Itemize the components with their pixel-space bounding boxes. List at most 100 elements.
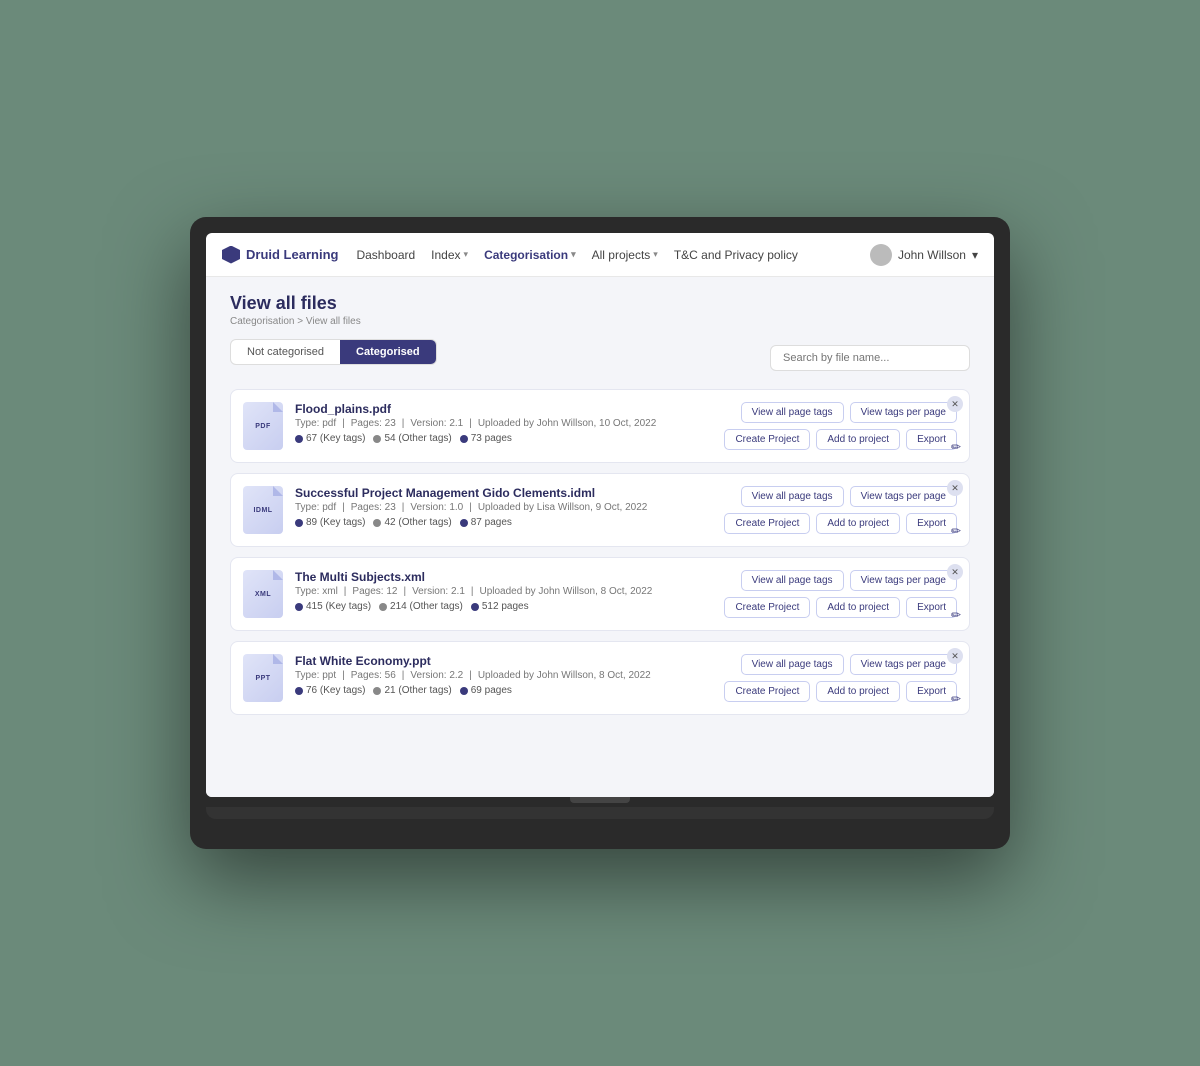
edit-button[interactable]: ✏	[951, 440, 961, 454]
file-name: Flood_plains.pdf	[295, 402, 712, 416]
file-meta: Type: xml|Pages: 12|Version: 2.1|Uploade…	[295, 586, 712, 597]
file-icon-xml: XML	[243, 570, 283, 618]
file-body: Flood_plains.pdf Type: pdf|Pages: 23|Ver…	[295, 402, 712, 444]
export-button[interactable]: Export	[906, 429, 957, 450]
export-button[interactable]: Export	[906, 597, 957, 618]
nav-terms[interactable]: T&C and Privacy policy	[672, 244, 800, 266]
chevron-down-icon: ▾	[571, 249, 576, 260]
key-tag-dot	[295, 435, 303, 443]
file-icon-idml: IDML	[243, 486, 283, 534]
file-body: The Multi Subjects.xml Type: xml|Pages: …	[295, 570, 712, 612]
key-tags: 76 (Key tags)	[295, 685, 365, 696]
file-tags: 89 (Key tags) 42 (Other tags) 87 pages	[295, 517, 712, 528]
action-row-2: Create Project Add to project Export	[724, 513, 957, 534]
file-meta: Type: ppt|Pages: 56|Version: 2.2|Uploade…	[295, 670, 712, 681]
key-tag-dot	[295, 687, 303, 695]
other-tags: 21 (Other tags)	[373, 685, 451, 696]
edit-button[interactable]: ✏	[951, 524, 961, 538]
file-body: Successful Project Management Gido Cleme…	[295, 486, 712, 528]
file-actions: View all page tags View tags per page Cr…	[724, 654, 957, 702]
user-menu[interactable]: John Willson ▾	[870, 244, 978, 266]
pages-tag-dot	[471, 603, 479, 611]
navbar: Druid Learning Dashboard Index ▾ Categor…	[206, 233, 994, 277]
other-tags: 54 (Other tags)	[373, 433, 451, 444]
nav-categorisation[interactable]: Categorisation ▾	[482, 244, 578, 266]
file-card: IDML Successful Project Management Gido …	[230, 473, 970, 547]
add-to-project-button[interactable]: Add to project	[816, 597, 900, 618]
key-tag-dot	[295, 603, 303, 611]
logo-text: Druid Learning	[246, 247, 338, 262]
close-button[interactable]: ✕	[947, 564, 963, 580]
nav-dashboard[interactable]: Dashboard	[354, 244, 417, 266]
create-project-button[interactable]: Create Project	[724, 429, 810, 450]
key-tags: 89 (Key tags)	[295, 517, 365, 528]
file-meta: Type: pdf|Pages: 23|Version: 2.1|Uploade…	[295, 418, 712, 429]
file-name: Successful Project Management Gido Cleme…	[295, 486, 712, 500]
file-name: Flat White Economy.ppt	[295, 654, 712, 668]
action-row-1: View all page tags View tags per page	[741, 402, 957, 423]
add-to-project-button[interactable]: Add to project	[816, 681, 900, 702]
nav-index[interactable]: Index ▾	[429, 244, 470, 266]
pages-tag-dot	[460, 519, 468, 527]
other-tag-dot	[373, 687, 381, 695]
total-pages-tag: 69 pages	[460, 685, 512, 696]
file-tags: 415 (Key tags) 214 (Other tags) 512 page…	[295, 601, 712, 612]
create-project-button[interactable]: Create Project	[724, 681, 810, 702]
add-to-project-button[interactable]: Add to project	[816, 429, 900, 450]
logo-icon	[222, 246, 240, 264]
view-all-page-tags-button[interactable]: View all page tags	[741, 402, 844, 423]
other-tag-dot	[373, 435, 381, 443]
total-pages-tag: 512 pages	[471, 601, 529, 612]
chevron-down-icon: ▾	[464, 249, 469, 260]
file-meta: Type: pdf|Pages: 23|Version: 1.0|Uploade…	[295, 502, 712, 513]
file-icon-ppt: PPT	[243, 654, 283, 702]
key-tag-dot	[295, 519, 303, 527]
edit-button[interactable]: ✏	[951, 692, 961, 706]
create-project-button[interactable]: Create Project	[724, 597, 810, 618]
tab-not-categorised[interactable]: Not categorised	[231, 340, 340, 364]
view-tags-per-page-button[interactable]: View tags per page	[850, 570, 957, 591]
nav-all-projects[interactable]: All projects ▾	[590, 244, 660, 266]
export-button[interactable]: Export	[906, 513, 957, 534]
action-row-2: Create Project Add to project Export	[724, 681, 957, 702]
close-button[interactable]: ✕	[947, 648, 963, 664]
edit-button[interactable]: ✏	[951, 608, 961, 622]
tabs: Not categorised Categorised	[230, 339, 437, 365]
action-row-1: View all page tags View tags per page	[741, 486, 957, 507]
laptop-base	[206, 807, 994, 819]
action-row-2: Create Project Add to project Export	[724, 429, 957, 450]
search-input[interactable]	[770, 345, 970, 371]
add-to-project-button[interactable]: Add to project	[816, 513, 900, 534]
view-tags-per-page-button[interactable]: View tags per page	[850, 654, 957, 675]
total-pages-tag: 73 pages	[460, 433, 512, 444]
avatar	[870, 244, 892, 266]
chevron-down-icon: ▾	[653, 249, 658, 260]
export-button[interactable]: Export	[906, 681, 957, 702]
file-card: PDF Flood_plains.pdf Type: pdf|Pages: 23…	[230, 389, 970, 463]
close-button[interactable]: ✕	[947, 480, 963, 496]
view-all-page-tags-button[interactable]: View all page tags	[741, 570, 844, 591]
laptop-notch	[570, 797, 630, 803]
other-tags: 42 (Other tags)	[373, 517, 451, 528]
view-tags-per-page-button[interactable]: View tags per page	[850, 486, 957, 507]
page-title: View all files	[230, 293, 970, 314]
view-all-page-tags-button[interactable]: View all page tags	[741, 486, 844, 507]
logo[interactable]: Druid Learning	[222, 246, 338, 264]
action-row-2: Create Project Add to project Export	[724, 597, 957, 618]
file-icon-pdf: PDF	[243, 402, 283, 450]
tab-categorised[interactable]: Categorised	[340, 340, 436, 364]
action-row-1: View all page tags View tags per page	[741, 570, 957, 591]
create-project-button[interactable]: Create Project	[724, 513, 810, 534]
file-tags: 76 (Key tags) 21 (Other tags) 69 pages	[295, 685, 712, 696]
user-name: John Willson	[898, 248, 966, 262]
view-all-page-tags-button[interactable]: View all page tags	[741, 654, 844, 675]
file-body: Flat White Economy.ppt Type: ppt|Pages: …	[295, 654, 712, 696]
key-tags: 415 (Key tags)	[295, 601, 371, 612]
view-tags-per-page-button[interactable]: View tags per page	[850, 402, 957, 423]
file-card: XML The Multi Subjects.xml Type: xml|Pag…	[230, 557, 970, 631]
file-card: PPT Flat White Economy.ppt Type: ppt|Pag…	[230, 641, 970, 715]
close-button[interactable]: ✕	[947, 396, 963, 412]
action-row-1: View all page tags View tags per page	[741, 654, 957, 675]
key-tags: 67 (Key tags)	[295, 433, 365, 444]
total-pages-tag: 87 pages	[460, 517, 512, 528]
